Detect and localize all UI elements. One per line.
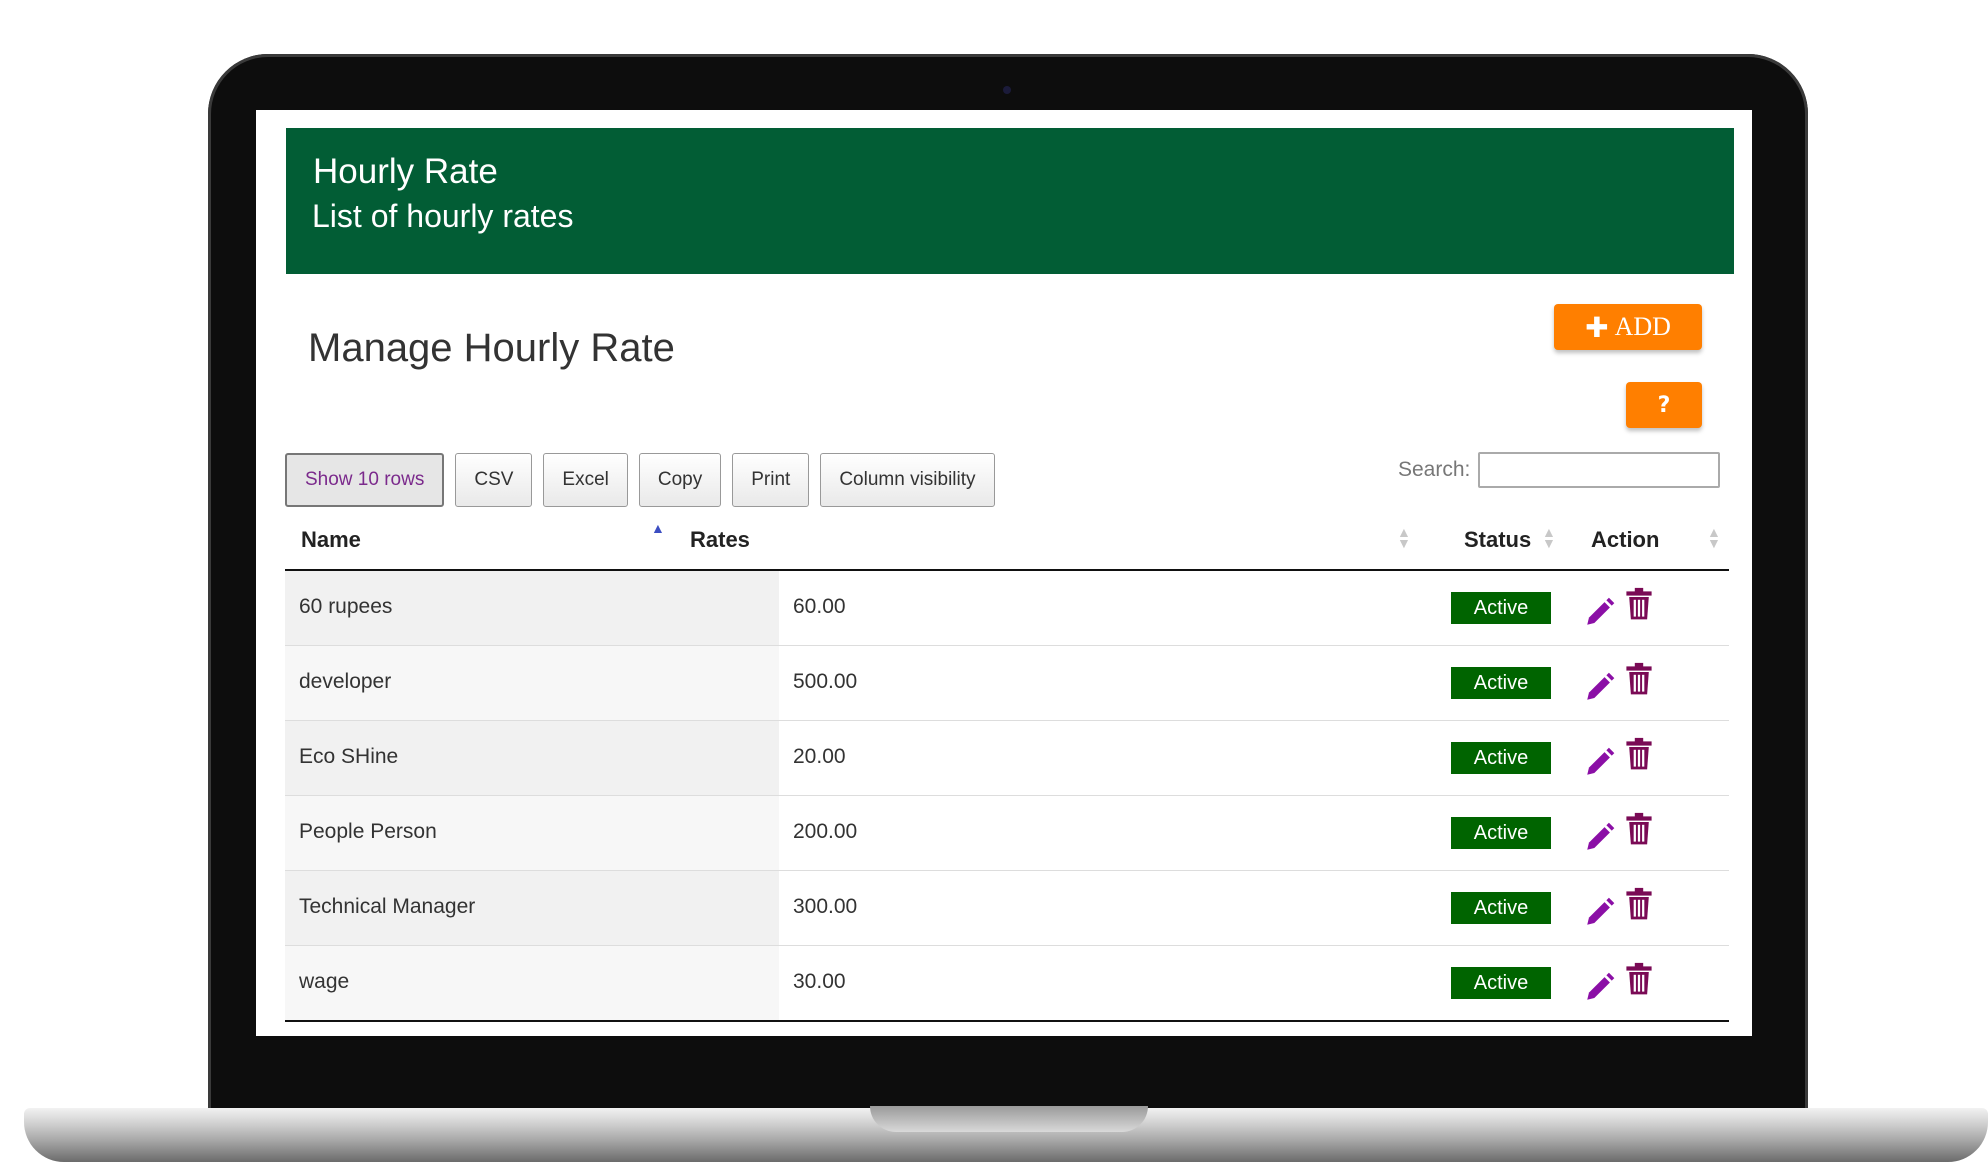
laptop-notch [870,1106,1148,1132]
header-subtitle: List of hourly rates [312,198,574,234]
edit-icon[interactable] [1583,820,1617,854]
rate-value: 300.00 [793,895,858,918]
status-badge: Active [1451,967,1551,999]
rate-value: 200.00 [793,820,858,843]
column-header-rates[interactable]: Rates [690,527,750,553]
sort-icon[interactable]: ▲ ▼ [1542,525,1556,550]
trash-icon[interactable] [1625,887,1653,921]
edit-icon[interactable] [1583,595,1617,629]
trash-icon[interactable] [1625,812,1653,846]
question-icon: ? [1657,392,1671,418]
rate-value: 20.00 [793,745,846,768]
trash-icon[interactable] [1625,662,1653,696]
table-row: wage 30.00 Active [285,946,1729,1022]
search-label: Search: [1398,458,1471,481]
app-screen: Hourly Rate List of hourly rates Manage … [256,110,1752,1036]
cell-name: developer [285,646,779,720]
edit-icon[interactable] [1583,670,1617,704]
rate-name: People Person [299,820,437,843]
rate-value: 60.00 [793,595,846,618]
add-button[interactable]: ✚ ADD [1554,304,1702,350]
table-row: People Person 200.00 Active [285,796,1729,871]
column-visibility-button[interactable]: Column visibility [820,453,995,507]
rate-name: Eco SHine [299,745,399,768]
help-button[interactable]: ? [1626,382,1702,428]
camera-dot [1003,86,1011,94]
sort-icon[interactable]: ▲ ▼ [1397,525,1411,550]
status-badge: Active [1451,667,1551,699]
cell-name: wage [285,946,779,1020]
status-badge: Active [1451,817,1551,849]
trash-icon[interactable] [1625,962,1653,996]
page-header: Hourly Rate List of hourly rates [286,128,1734,274]
excel-button[interactable]: Excel [543,453,628,507]
rate-name: Technical Manager [299,895,476,918]
rate-name: developer [299,670,392,693]
show-rows-button[interactable]: Show 10 rows [285,453,445,507]
search-input[interactable] [1478,452,1720,488]
cell-name: People Person [285,796,779,870]
status-badge: Active [1451,742,1551,774]
table-row: 60 rupees 60.00 Active [285,571,1729,646]
table-row: Eco SHine 20.00 Active [285,721,1729,796]
csv-button[interactable]: CSV [455,453,533,507]
cell-name: Technical Manager [285,871,779,945]
edit-icon[interactable] [1583,745,1617,779]
page-title: Manage Hourly Rate [308,326,675,370]
rate-value: 500.00 [793,670,858,693]
print-button[interactable]: Print [732,453,810,507]
rate-value: 30.00 [793,970,846,993]
edit-icon[interactable] [1583,895,1617,929]
copy-button[interactable]: Copy [638,453,722,507]
table-header: Name ▲ Rates ▲ ▼ Status ▲ ▼ Action ▲ ▼ [285,513,1729,571]
status-badge: Active [1451,892,1551,924]
header-title: Hourly Rate [313,152,498,191]
table-toolbar: Show 10 rows CSV Excel Copy Print Column… [285,453,995,509]
table-body: 60 rupees 60.00 Active developer 500.00 Activ… [285,571,1729,1022]
column-header-status[interactable]: Status [1464,527,1531,553]
rate-name: wage [299,970,350,993]
column-header-action[interactable]: Action [1591,527,1659,553]
status-badge: Active [1451,592,1551,624]
trash-icon[interactable] [1625,587,1653,621]
rate-name: 60 rupees [299,595,393,618]
table-row: Technical Manager 300.00 Active [285,871,1729,946]
column-header-name[interactable]: Name [301,527,361,553]
trash-icon[interactable] [1625,737,1653,771]
cell-name: 60 rupees [285,571,779,645]
cell-name: Eco SHine [285,721,779,795]
edit-icon[interactable] [1583,970,1617,1004]
hourly-rate-table: Name ▲ Rates ▲ ▼ Status ▲ ▼ Action ▲ ▼ 60 r… [285,513,1729,1022]
plus-icon: ✚ [1585,310,1609,344]
sort-asc-icon[interactable]: ▲ [651,521,665,535]
table-row: developer 500.00 Active [285,646,1729,721]
add-button-label: ADD [1614,312,1671,341]
sort-icon[interactable]: ▲ ▼ [1707,525,1721,550]
